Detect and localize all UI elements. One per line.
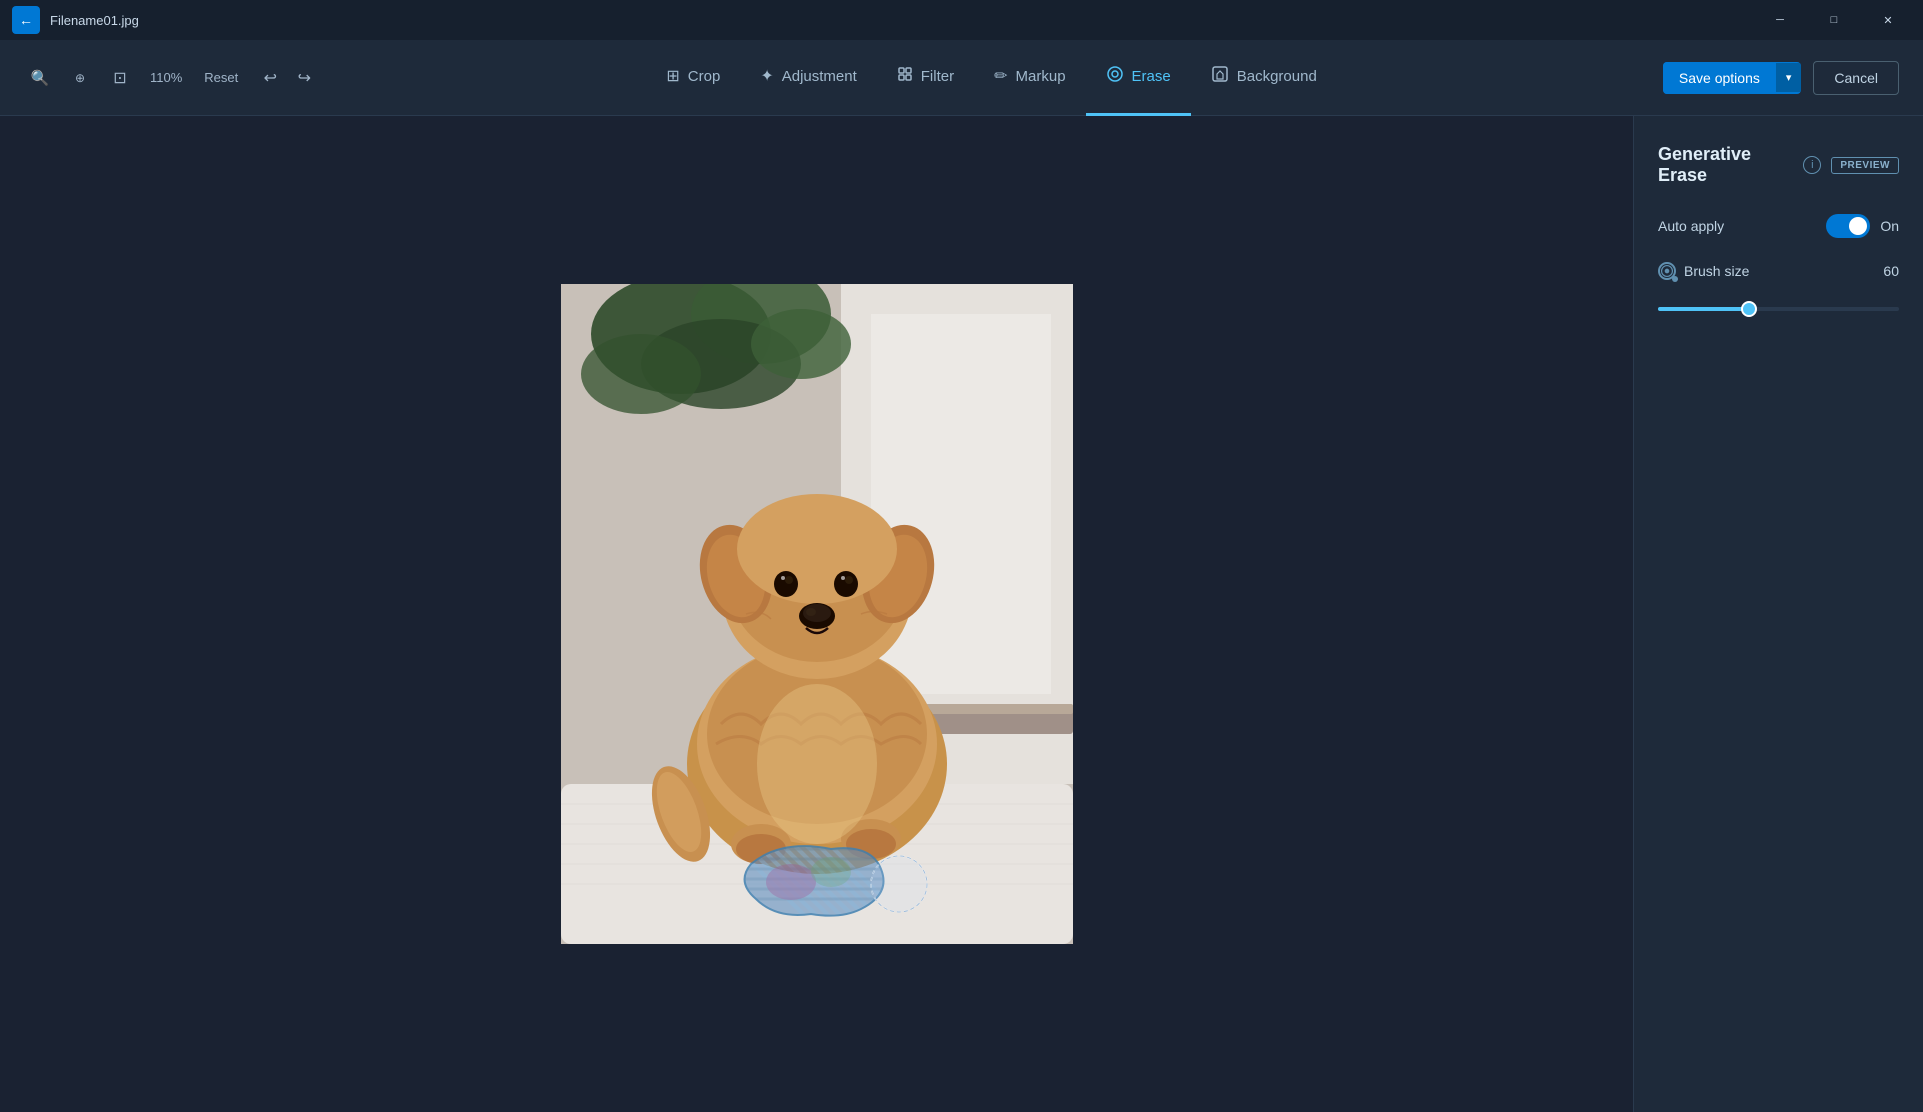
tab-background-label: Background <box>1237 68 1317 85</box>
back-button[interactable]: ← <box>12 6 40 34</box>
toggle-group: On <box>1826 214 1899 238</box>
erase-icon <box>1106 65 1124 88</box>
window-controls: ─ □ ✕ <box>1757 4 1911 36</box>
zoom-in-button[interactable]: ⊕ <box>64 62 96 94</box>
brush-size-label: Brush size <box>1684 263 1749 279</box>
brush-size-icon <box>1658 262 1676 280</box>
window-title: Filename01.jpg <box>50 13 139 28</box>
zoom-in-icon: ⊕ <box>75 71 85 85</box>
auto-apply-label: Auto apply <box>1658 218 1724 234</box>
brush-size-slider-container <box>1658 298 1899 316</box>
tab-crop-label: Crop <box>688 68 721 85</box>
auto-apply-row: Auto apply On <box>1658 214 1899 238</box>
tab-erase[interactable]: Erase <box>1086 40 1191 116</box>
tab-filter-label: Filter <box>921 68 954 85</box>
zoom-out-button[interactable]: 🔍 <box>24 62 56 94</box>
main-content: Generative Erase i PREVIEW Auto apply On <box>0 116 1923 1112</box>
info-icon[interactable]: i <box>1803 156 1821 174</box>
tab-crop[interactable]: ⊞ Crop <box>646 40 740 116</box>
brush-size-row: Brush size 60 <box>1658 262 1899 280</box>
redo-icon: ↪ <box>298 68 311 88</box>
background-icon <box>1211 65 1229 88</box>
toggle-on-label: On <box>1880 218 1899 234</box>
image-container <box>561 284 1073 944</box>
save-options-dropdown[interactable]: ▾ <box>1776 63 1802 92</box>
title-bar-left: ← Filename01.jpg <box>12 6 139 34</box>
preview-badge: PREVIEW <box>1831 157 1899 174</box>
adjustment-icon: ✦ <box>760 66 773 86</box>
toolbar-left: 🔍 ⊕ ⊡ 110% Reset ↩ ↪ <box>24 62 320 94</box>
title-bar: ← Filename01.jpg ─ □ ✕ <box>0 0 1923 40</box>
tab-erase-label: Erase <box>1132 68 1171 85</box>
fit-screen-button[interactable]: ⊡ <box>104 62 136 94</box>
nav-tabs: ⊞ Crop ✦ Adjustment Filter ✏ Markup <box>360 40 1623 116</box>
auto-apply-toggle[interactable] <box>1826 214 1870 238</box>
toolbar-right: Save options ▾ Cancel <box>1663 61 1899 95</box>
zoom-level: 110% <box>144 68 188 87</box>
tab-adjustment[interactable]: ✦ Adjustment <box>740 40 876 116</box>
brush-label-group: Brush size <box>1658 262 1749 280</box>
brush-size-slider[interactable] <box>1658 307 1899 311</box>
panel-header: Generative Erase i PREVIEW <box>1658 144 1899 186</box>
brush-size-value: 60 <box>1883 263 1899 279</box>
panel-title: Generative Erase <box>1658 144 1793 186</box>
tab-markup-label: Markup <box>1016 68 1066 85</box>
back-icon: ← <box>19 12 33 28</box>
save-options-main[interactable]: Save options <box>1663 62 1776 94</box>
markup-icon: ✏ <box>994 66 1007 86</box>
photo-canvas[interactable] <box>561 284 1073 944</box>
maximize-button[interactable]: □ <box>1811 4 1857 36</box>
undo-button[interactable]: ↩ <box>254 62 286 94</box>
cancel-button[interactable]: Cancel <box>1813 61 1899 95</box>
right-panel: Generative Erase i PREVIEW Auto apply On <box>1633 116 1923 1112</box>
reset-button[interactable]: Reset <box>196 66 246 89</box>
filter-icon <box>897 66 913 87</box>
tab-background[interactable]: Background <box>1191 40 1337 116</box>
crop-icon: ⊞ <box>666 66 679 86</box>
redo-button[interactable]: ↪ <box>288 62 320 94</box>
canvas-area <box>0 116 1633 1112</box>
close-button[interactable]: ✕ <box>1865 4 1911 36</box>
toolbar: 🔍 ⊕ ⊡ 110% Reset ↩ ↪ ⊞ Crop ✦ Adjustment <box>0 40 1923 116</box>
minimize-button[interactable]: ─ <box>1757 4 1803 36</box>
tab-adjustment-label: Adjustment <box>782 68 857 85</box>
tab-filter[interactable]: Filter <box>877 40 974 116</box>
undo-icon: ↩ <box>264 68 277 88</box>
fit-screen-icon: ⊡ <box>113 68 126 88</box>
toggle-knob <box>1849 217 1867 235</box>
zoom-out-icon: 🔍 <box>31 69 50 87</box>
undo-redo-group: ↩ ↪ <box>254 62 320 94</box>
tab-markup[interactable]: ✏ Markup <box>974 40 1085 116</box>
save-options-button[interactable]: Save options ▾ <box>1663 62 1801 94</box>
